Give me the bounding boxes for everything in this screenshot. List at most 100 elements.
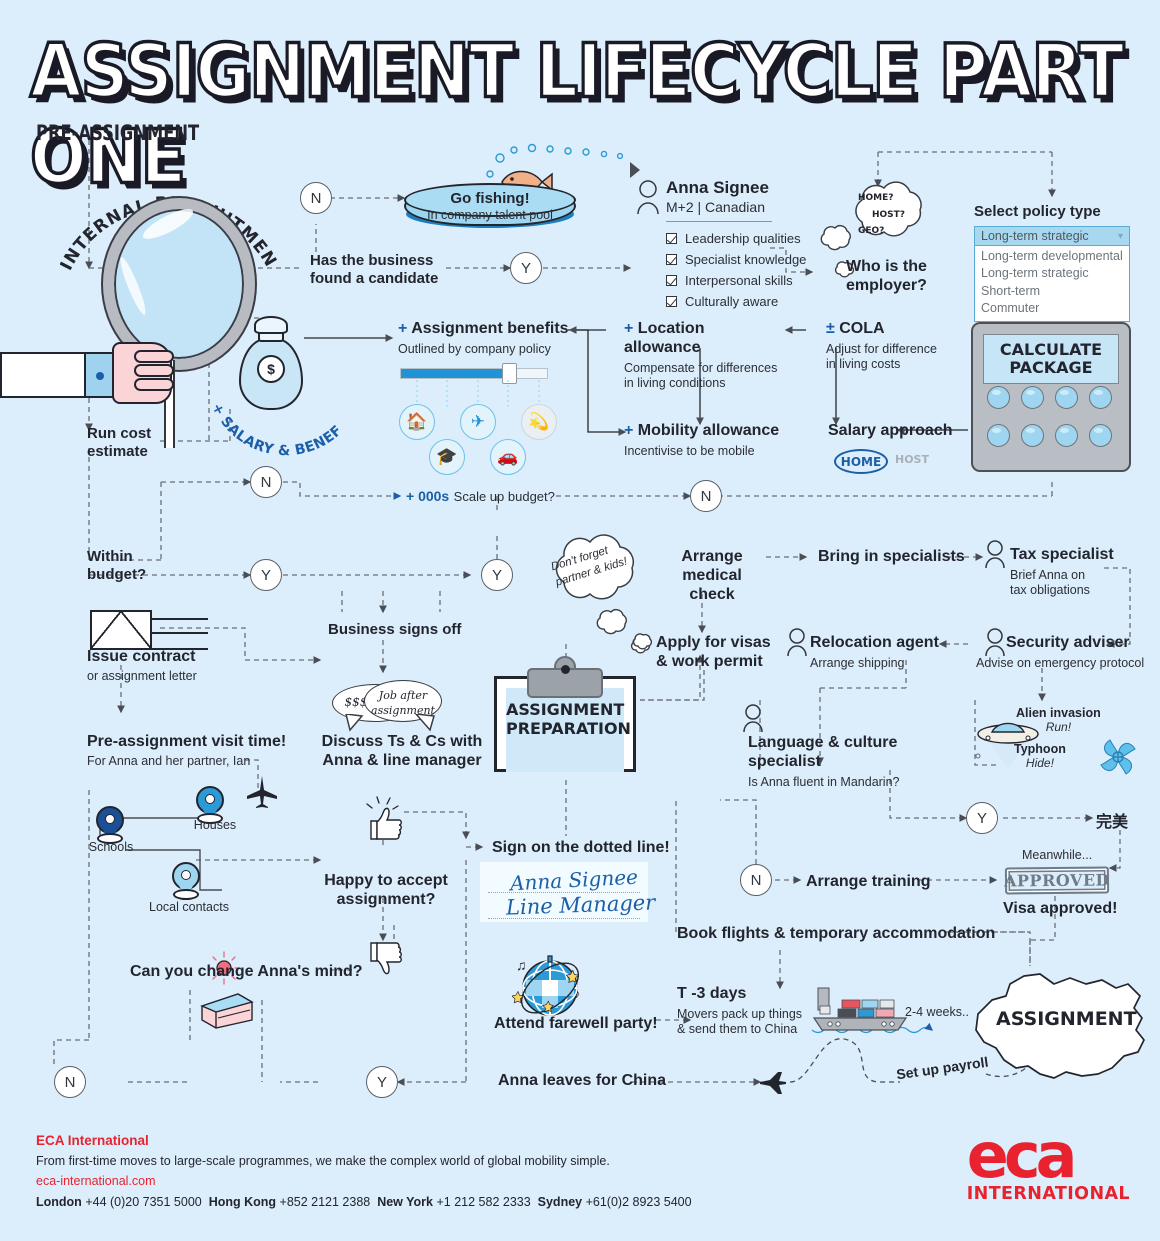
infographic-canvas: ASSIGNMENT LIFECYCLE PART ONE PRE-ASSIGN… bbox=[0, 0, 1160, 1241]
run-cost-title: Run cost bbox=[87, 425, 152, 442]
scale-text: Scale up budget? bbox=[453, 489, 555, 504]
checklist-item[interactable]: Leadership qualities bbox=[666, 228, 806, 249]
person-icon bbox=[985, 540, 1005, 569]
clipboard-l2: PREPARATION bbox=[506, 719, 631, 739]
host-toggle[interactable]: HOST bbox=[895, 453, 929, 466]
pin-schools[interactable] bbox=[96, 806, 124, 844]
mobility-allowance: + Mobility allowance Incentivise to be m… bbox=[624, 422, 794, 459]
calc-key[interactable] bbox=[987, 424, 1010, 447]
node-n-training[interactable]: N bbox=[740, 864, 772, 896]
medical-l1: Arrange medical bbox=[681, 548, 743, 584]
thought-cloud-small-icon bbox=[820, 225, 851, 251]
visas-l2: & work permit bbox=[656, 652, 763, 670]
node-n-scale[interactable]: N bbox=[690, 480, 722, 512]
checkbox-icon[interactable] bbox=[666, 295, 677, 307]
plane-icon[interactable]: ✈ bbox=[460, 404, 496, 440]
business-signs-off: Business signs off bbox=[328, 621, 462, 638]
office-city: Hong Kong bbox=[208, 1195, 277, 1209]
calc-key[interactable] bbox=[1089, 424, 1112, 447]
policy-type-selector[interactable]: Select policy type Long-term strategic ▾… bbox=[974, 203, 1130, 322]
home-toggle[interactable]: HOME bbox=[834, 449, 888, 474]
language-title: Language & culture specialist bbox=[748, 734, 898, 770]
calc-key[interactable] bbox=[1021, 386, 1044, 409]
scale-budget: + 000s Scale up budget? bbox=[406, 488, 555, 506]
node-n-candidate[interactable]: N bbox=[300, 182, 332, 214]
package-arc-text: + SALARY & BENEFITS PACKAGE bbox=[206, 388, 345, 458]
scale-plus: + 000s bbox=[406, 488, 450, 504]
calc-key[interactable] bbox=[987, 386, 1010, 409]
cola-block: ± COLA Adjust for difference in living c… bbox=[826, 320, 966, 372]
footer-offices: London +44 (0)20 7351 5000 Hong Kong +85… bbox=[36, 1195, 692, 1209]
mobility-sub: Incentivise to be mobile bbox=[624, 443, 755, 458]
office-city: London bbox=[36, 1195, 82, 1209]
has-candidate-l1: Has the business bbox=[310, 252, 434, 269]
car-icon[interactable]: 🚗 bbox=[490, 439, 526, 475]
office-phone: +61(0)2 8923 5400 bbox=[585, 1195, 692, 1209]
security-sub: Advise on emergency protocol bbox=[976, 655, 1145, 670]
node-y-bottom[interactable]: Y bbox=[366, 1066, 398, 1098]
go-fishing-label: Go fishing! In company talent pool bbox=[414, 190, 566, 223]
alien-invasion: Alien invasion Run! bbox=[1016, 706, 1101, 734]
issue-title: Issue contract bbox=[87, 648, 196, 665]
within-budget-question: Within budget? bbox=[87, 548, 187, 583]
calc-key[interactable] bbox=[1089, 386, 1112, 409]
tax-title: Tax specialist bbox=[1010, 546, 1114, 563]
checkbox-icon[interactable] bbox=[666, 232, 677, 244]
node-y-training[interactable]: Y bbox=[966, 802, 998, 834]
checklist-item[interactable]: Interpersonal skills bbox=[666, 270, 806, 291]
calc-key[interactable] bbox=[1021, 424, 1044, 447]
home-icon[interactable]: 🏠 bbox=[399, 404, 435, 440]
run-cost-estimate: Run cost estimate bbox=[87, 425, 197, 460]
footer-company: ECA International bbox=[36, 1133, 149, 1148]
relocation-agent: Relocation agent Arrange shipping bbox=[810, 634, 940, 671]
chevron-down-icon[interactable]: ▾ bbox=[1118, 231, 1123, 242]
location-allowance: + Location allowance Compensate for diff… bbox=[624, 320, 784, 391]
typhoon-title: Typhoon bbox=[1014, 742, 1066, 756]
relocation-title: Relocation agent bbox=[810, 634, 939, 651]
policy-option[interactable]: Short-term bbox=[981, 283, 1123, 300]
security-title: Security adviser bbox=[1006, 634, 1130, 651]
policy-option[interactable]: Commuter bbox=[981, 300, 1123, 317]
dumbbell-icon[interactable]: 💫 bbox=[521, 404, 557, 440]
node-y-budget[interactable]: Y bbox=[250, 559, 282, 591]
clipboard-title: ASSIGNMENT PREPARATION bbox=[506, 700, 631, 739]
plane-icon bbox=[760, 1072, 786, 1094]
pin-label-schools: Schools bbox=[88, 840, 134, 854]
graduation-cap-icon[interactable]: 🎓 bbox=[429, 439, 465, 475]
employer-q-l1: Who is the bbox=[846, 258, 927, 275]
letter-line bbox=[152, 618, 208, 620]
checkbox-icon[interactable] bbox=[666, 253, 677, 265]
has-candidate-question: Has the business found a candidate bbox=[310, 252, 500, 287]
typhoon-icon bbox=[1100, 739, 1136, 775]
visa-approved-label: Visa approved! bbox=[1003, 900, 1118, 917]
happy-l2: assignment? bbox=[336, 890, 436, 908]
calc-key[interactable] bbox=[1055, 424, 1078, 447]
change-mind-question: Can you change Anna's mind? bbox=[130, 963, 363, 980]
cargo-ship-icon bbox=[812, 987, 908, 1031]
dollar-symbol: $ bbox=[257, 355, 285, 383]
candidate-meta: M+2 | Canadian bbox=[666, 199, 765, 215]
calc-key[interactable] bbox=[1055, 386, 1078, 409]
calculator-screen: CALCULATE PACKAGE bbox=[983, 334, 1119, 384]
pin-local-contacts[interactable] bbox=[172, 862, 200, 900]
mobility-title: Mobility allowance bbox=[637, 422, 780, 439]
checklist-item[interactable]: Specialist knowledge bbox=[666, 249, 806, 270]
thumbs-up-icon bbox=[366, 796, 402, 840]
language-culture-specialist: Language & culture specialist Is Anna fl… bbox=[748, 734, 948, 790]
policy-options-list[interactable]: Long-term developmental Long-term strate… bbox=[974, 246, 1130, 322]
svg-text:+ SALARY & BENEFITS PACKAGE: + SALARY & BENEFITS PACKAGE bbox=[206, 388, 345, 458]
node-n-bottom[interactable]: N bbox=[54, 1066, 86, 1098]
node-n-budget[interactable]: N bbox=[250, 466, 282, 498]
checklist-item[interactable]: Culturally aware bbox=[666, 291, 806, 312]
node-y-candidate[interactable]: Y bbox=[510, 252, 542, 284]
node-y-scale[interactable]: Y bbox=[481, 559, 513, 591]
footer-website[interactable]: eca-international.com bbox=[36, 1174, 692, 1188]
policy-option[interactable]: Long-term developmental bbox=[981, 248, 1123, 265]
assignment-label: ASSIGNMENT bbox=[996, 1008, 1137, 1030]
medical-l2: check bbox=[689, 585, 735, 603]
office-phone: +1 212 582 2333 bbox=[436, 1195, 531, 1209]
benefits-title: Assignment benefits bbox=[411, 320, 569, 337]
checkbox-icon[interactable] bbox=[666, 274, 677, 286]
policy-select-value[interactable]: Long-term strategic ▾ bbox=[974, 226, 1130, 246]
policy-option[interactable]: Long-term strategic bbox=[981, 265, 1123, 282]
